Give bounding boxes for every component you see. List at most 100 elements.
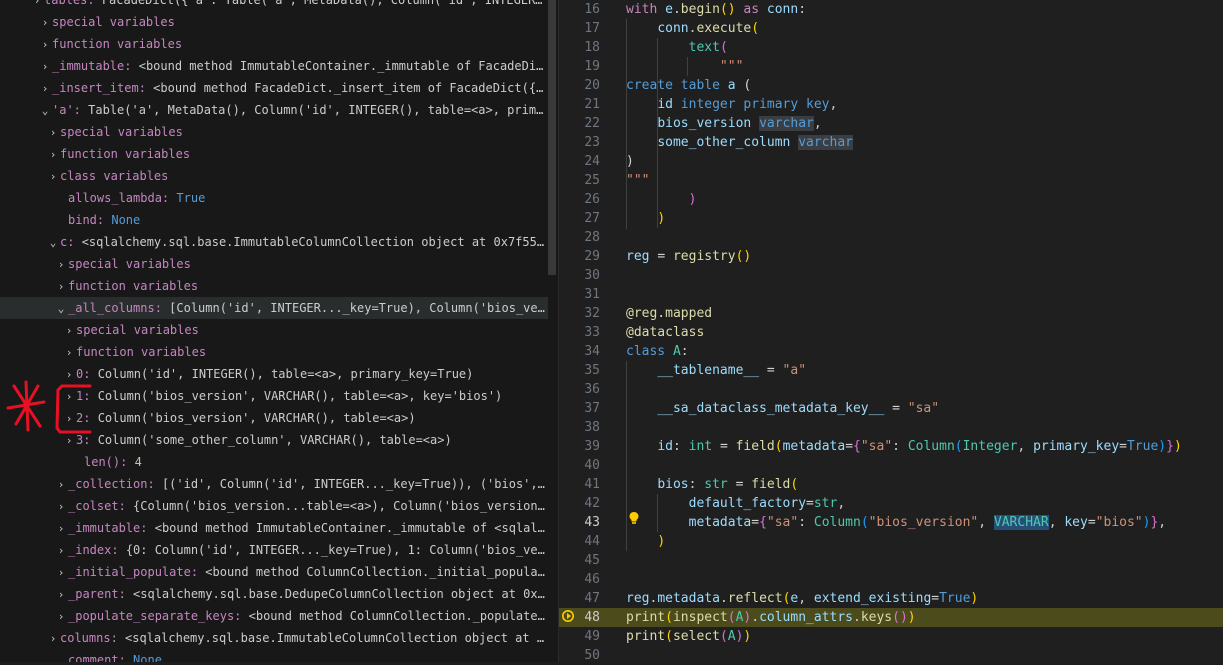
variable-row[interactable]: › function variables: [0, 33, 548, 55]
chevron-right-icon[interactable]: ›: [46, 166, 60, 187]
code-line[interactable]: 37 __sa_dataclass_metadata_key__ = "sa": [559, 399, 1223, 418]
code-line[interactable]: 44 ): [559, 532, 1223, 551]
code-line[interactable]: 50: [559, 646, 1223, 665]
chevron-right-icon[interactable]: ›: [54, 496, 68, 517]
chevron-right-icon[interactable]: ›: [54, 474, 68, 495]
code-line[interactable]: 36: [559, 380, 1223, 399]
line-number: 27: [584, 211, 600, 226]
variable-name: _index:: [68, 543, 119, 557]
code-line[interactable]: 28: [559, 228, 1223, 247]
code-line[interactable]: 35 __tablename__ = "a": [559, 361, 1223, 380]
variable-row[interactable]: ⌄'a': Table('a', MetaData(), Column('id'…: [0, 99, 548, 121]
code-line[interactable]: 25 """: [559, 171, 1223, 190]
code-line[interactable]: 23 some_other_column varchar: [559, 133, 1223, 152]
chevron-right-icon[interactable]: ›: [54, 518, 68, 539]
chevron-down-icon[interactable]: ⌄: [38, 100, 52, 121]
variable-row[interactable]: ⌄ c: <sqlalchemy.sql.base.ImmutableColumn…: [0, 231, 548, 253]
variable-row[interactable]: › special variables: [0, 319, 548, 341]
variable-row[interactable]: › columns: <sqlalchemy.sql.base.Immutable…: [0, 627, 548, 649]
chevron-right-icon[interactable]: ›: [38, 78, 52, 99]
code-line[interactable]: 26 ): [559, 190, 1223, 209]
chevron-right-icon[interactable]: ›: [54, 562, 68, 583]
chevron-right-icon[interactable]: ›: [38, 56, 52, 77]
chevron-down-icon[interactable]: ⌄: [54, 298, 68, 319]
variable-row[interactable]: › function variables: [0, 341, 548, 363]
code-line[interactable]: 49 print(select(A)): [559, 627, 1223, 646]
variable-row[interactable]: ⌄ _all_columns: [Column('id', INTEGER..._…: [0, 297, 548, 319]
variable-value: <bound method ColumnCollection._populate…: [248, 609, 548, 623]
variable-name: _initial_populate:: [68, 565, 199, 579]
code-line[interactable]: 34 class A:: [559, 342, 1223, 361]
code-line[interactable]: 43 metadata={"sa": Column("bios_version"…: [559, 513, 1223, 532]
code-editor[interactable]: 16 with e.begin() as conn: 17 conn.execut…: [559, 0, 1223, 665]
variable-row[interactable]: › _parent: <sqlalchemy.sql.base.DedupeCol…: [0, 583, 548, 605]
chevron-right-icon[interactable]: ›: [46, 122, 60, 143]
line-number: 28: [584, 230, 600, 245]
variable-row[interactable]: › _insert_item: <bound method FacadeDict.…: [0, 77, 548, 99]
code-line[interactable]: 17 conn.execute(: [559, 19, 1223, 38]
code-line[interactable]: 21 id integer primary key,: [559, 95, 1223, 114]
code-line[interactable]: 38: [559, 418, 1223, 437]
code-line[interactable]: 16 with e.begin() as conn:: [559, 0, 1223, 19]
variable-row[interactable]: › _collection: [('id', Column('id', INTEG…: [0, 473, 548, 495]
chevron-right-icon[interactable]: ›: [54, 606, 68, 627]
code-line[interactable]: 19 """: [559, 57, 1223, 76]
code-line[interactable]: 41 bios: str = field(: [559, 475, 1223, 494]
chevron-down-icon[interactable]: ⌄: [46, 232, 60, 253]
chevron-right-icon[interactable]: ›: [38, 34, 52, 55]
code-line[interactable]: 18 text(: [559, 38, 1223, 57]
variables-scrollbar[interactable]: [548, 0, 556, 275]
variable-row[interactable]: › _colset: {Column('bios_version...table=…: [0, 495, 548, 517]
code-line[interactable]: 45: [559, 551, 1223, 570]
lightbulb-icon[interactable]: [627, 511, 641, 525]
variable-row[interactable]: › function variables: [0, 275, 548, 297]
code-line[interactable]: 24): [559, 152, 1223, 171]
chevron-right-icon[interactable]: ›: [46, 628, 60, 649]
variable-row[interactable]: allows_lambda: True: [0, 187, 548, 209]
variable-row[interactable]: › special variables: [0, 121, 548, 143]
code-line[interactable]: 30: [559, 266, 1223, 285]
variable-value: <sqlalchemy.sql.base.ImmutableColumnColl…: [125, 631, 548, 645]
chevron-right-icon[interactable]: ›: [62, 342, 76, 363]
line-number: 37: [584, 401, 600, 416]
variable-row[interactable]: › special variables: [0, 11, 548, 33]
variable-row[interactable]: › tables: FacadeDict({'a': Table('a', Met…: [0, 0, 548, 11]
chevron-right-icon[interactable]: ›: [54, 584, 68, 605]
code-line[interactable]: 33 @dataclass: [559, 323, 1223, 342]
chevron-right-icon[interactable]: ›: [54, 254, 68, 275]
variable-row[interactable]: bind: None: [0, 209, 548, 231]
current-execution-line[interactable]: 48 print(inspect(A).column_attrs.keys()): [559, 608, 1223, 627]
code-line[interactable]: 39 id: int = field(metadata={"sa": Colum…: [559, 437, 1223, 456]
variable-row[interactable]: › class variables: [0, 165, 548, 187]
variable-row[interactable]: › _index: {0: Column('id', INTEGER..._key…: [0, 539, 548, 561]
code-line[interactable]: 32 @reg.mapped: [559, 304, 1223, 323]
code-line[interactable]: 22 bios_version varchar,: [559, 114, 1223, 133]
variable-name: _parent:: [68, 587, 126, 601]
code-line[interactable]: 46: [559, 570, 1223, 589]
variable-row[interactable]: › _immutable: <bound method ImmutableCont…: [0, 55, 548, 77]
code-line[interactable]: 31: [559, 285, 1223, 304]
variable-row[interactable]: › special variables: [0, 253, 548, 275]
code-line[interactable]: 47 reg.metadata.reflect(e, extend_existin…: [559, 589, 1223, 608]
code-line[interactable]: 29 reg = registry(): [559, 247, 1223, 266]
code-line[interactable]: 20 create table a (: [559, 76, 1223, 95]
chevron-right-icon[interactable]: ›: [54, 540, 68, 561]
variable-row[interactable]: len(): 4: [0, 451, 548, 473]
line-number: 26: [584, 192, 600, 207]
code-line[interactable]: 42 default_factory=str,: [559, 494, 1223, 513]
chevron-right-icon[interactable]: ›: [62, 320, 76, 341]
variable-row[interactable]: › _immutable: <bound method ImmutableCont…: [0, 517, 548, 539]
debug-current-line-icon[interactable]: [562, 609, 576, 623]
variable-name: c:: [60, 235, 75, 249]
chevron-right-icon[interactable]: ›: [54, 276, 68, 297]
chevron-right-icon[interactable]: ›: [46, 144, 60, 165]
chevron-right-icon[interactable]: ›: [38, 12, 52, 33]
variable-row[interactable]: › _initial_populate: <bound method Column…: [0, 561, 548, 583]
variable-row[interactable]: › _populate_separate_keys: <bound method …: [0, 605, 548, 627]
variable-value: None: [133, 653, 162, 662]
code-line[interactable]: 27 ): [559, 209, 1223, 228]
variable-row[interactable]: › function variables: [0, 143, 548, 165]
code-line[interactable]: 40: [559, 456, 1223, 475]
chevron-right-icon[interactable]: ›: [30, 0, 44, 11]
variable-row[interactable]: comment: None: [0, 649, 548, 662]
